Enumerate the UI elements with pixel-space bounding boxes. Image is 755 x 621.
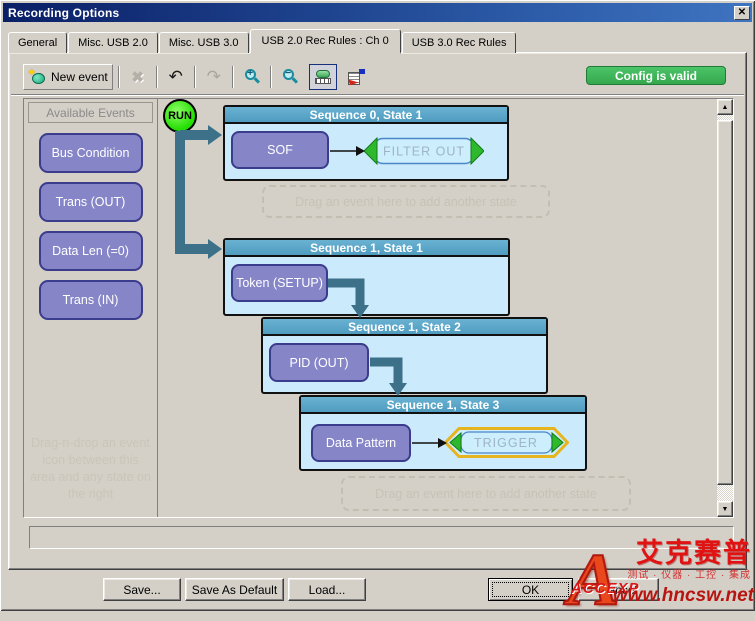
sequence-title: Sequence 0, State 1 <box>225 107 507 124</box>
scroll-down-icon: ▼ <box>722 506 729 513</box>
scroll-up-icon: ▲ <box>722 104 729 111</box>
toolbar: ✦ New event ✖ ↶ ↷ + <box>17 60 738 93</box>
zoom-out-button[interactable]: − <box>277 64 303 90</box>
title-bar[interactable]: Recording Options ✕ <box>3 3 752 22</box>
node-sof[interactable]: SOF <box>231 131 329 169</box>
close-icon: ✕ <box>738 8 746 18</box>
new-event-icon: ✦ <box>28 69 46 85</box>
redo-icon: ↷ <box>207 68 221 85</box>
sequence-title: Sequence 1, State 1 <box>225 240 508 257</box>
timeline-view-button[interactable] <box>309 64 337 90</box>
sequence-title: Sequence 1, State 3 <box>301 397 585 414</box>
undo-button[interactable]: ↶ <box>163 64 189 90</box>
event-bus-condition[interactable]: Bus Condition <box>39 133 143 173</box>
cancel-button[interactable]: Cancel <box>578 578 659 601</box>
node-pid-out[interactable]: PID (OUT) <box>269 343 369 382</box>
drop-zone[interactable]: Drag an event here to add another state <box>341 476 631 511</box>
delete-icon: ✖ <box>131 68 144 86</box>
scroll-down-button[interactable]: ▼ <box>717 501 733 517</box>
available-events-panel: Available Events Bus Condition Trans (OU… <box>24 99 158 517</box>
toolbar-separator <box>232 66 234 88</box>
available-events-header: Available Events <box>28 102 153 123</box>
sequence-title: Sequence 1, State 2 <box>263 319 546 336</box>
properties-button[interactable] <box>343 64 370 90</box>
close-button[interactable]: ✕ <box>734 6 750 20</box>
undo-icon: ↶ <box>169 68 183 85</box>
scrollbar-thumb[interactable] <box>717 120 733 485</box>
tab-usb2-rec-rules[interactable]: USB 2.0 Rec Rules : Ch 0 <box>250 29 401 54</box>
recording-options-dialog: Recording Options ✕ General Misc. USB 2.… <box>0 0 755 611</box>
zoom-in-button[interactable]: + <box>239 64 265 90</box>
toolbar-separator <box>156 66 158 88</box>
toolbar-divider <box>11 94 744 96</box>
event-trans-in[interactable]: Trans (IN) <box>39 280 143 320</box>
tab-misc-usb-2[interactable]: Misc. USB 2.0 <box>68 32 158 53</box>
zoom-in-icon: + <box>244 69 260 85</box>
tab-strip: General Misc. USB 2.0 Misc. USB 3.0 USB … <box>8 30 517 53</box>
new-event-label: New event <box>51 70 108 84</box>
properties-icon <box>348 69 365 85</box>
node-data-pattern[interactable]: Data Pattern <box>311 424 411 462</box>
run-node[interactable]: RUN <box>163 99 197 133</box>
ok-button[interactable]: OK <box>488 578 573 601</box>
action-filter-out[interactable]: FILTER OUT <box>364 137 484 165</box>
trigger-label: TRIGGER <box>474 436 538 450</box>
filter-out-label: FILTER OUT <box>383 145 465 159</box>
save-button[interactable]: Save... <box>103 578 181 601</box>
event-trans-out[interactable]: Trans (OUT) <box>39 182 143 222</box>
tab-page: ✦ New event ✖ ↶ ↷ + <box>8 52 747 570</box>
save-as-default-button[interactable]: Save As Default <box>185 578 284 601</box>
scroll-up-button[interactable]: ▲ <box>717 99 733 115</box>
main-area: Available Events Bus Condition Trans (OU… <box>23 98 734 518</box>
focus-rect <box>492 582 569 597</box>
tab-general[interactable]: General <box>8 32 67 53</box>
delete-event-button[interactable]: ✖ <box>125 64 151 90</box>
toolbar-separator <box>194 66 196 88</box>
load-button[interactable]: Load... <box>288 578 366 601</box>
node-token-setup[interactable]: Token (SETUP) <box>231 264 328 302</box>
status-badge: Config is valid <box>586 66 726 85</box>
tab-usb3-rec-rules[interactable]: USB 3.0 Rec Rules <box>402 32 517 53</box>
new-event-button[interactable]: ✦ New event <box>23 64 113 90</box>
tab-misc-usb-3[interactable]: Misc. USB 3.0 <box>159 32 249 53</box>
sequence-diagram: RUN Sequence 0, State 1 Drag an event he… <box>158 99 733 517</box>
vertical-scrollbar[interactable]: ▲ ▼ <box>717 99 733 517</box>
window-title: Recording Options <box>8 6 734 20</box>
zoom-out-icon: − <box>282 69 298 85</box>
drop-zone[interactable]: Drag an event here to add another state <box>262 185 550 218</box>
redo-button[interactable]: ↷ <box>201 64 227 90</box>
status-strip <box>29 526 734 549</box>
action-trigger[interactable]: TRIGGER <box>444 427 569 458</box>
toolbar-separator <box>270 66 272 88</box>
toolbar-separator <box>118 66 120 88</box>
timeline-icon <box>314 70 332 84</box>
drag-drop-hint: Drag-n-drop an event icon between this a… <box>28 435 153 503</box>
event-data-len[interactable]: Data Len (=0) <box>39 231 143 271</box>
